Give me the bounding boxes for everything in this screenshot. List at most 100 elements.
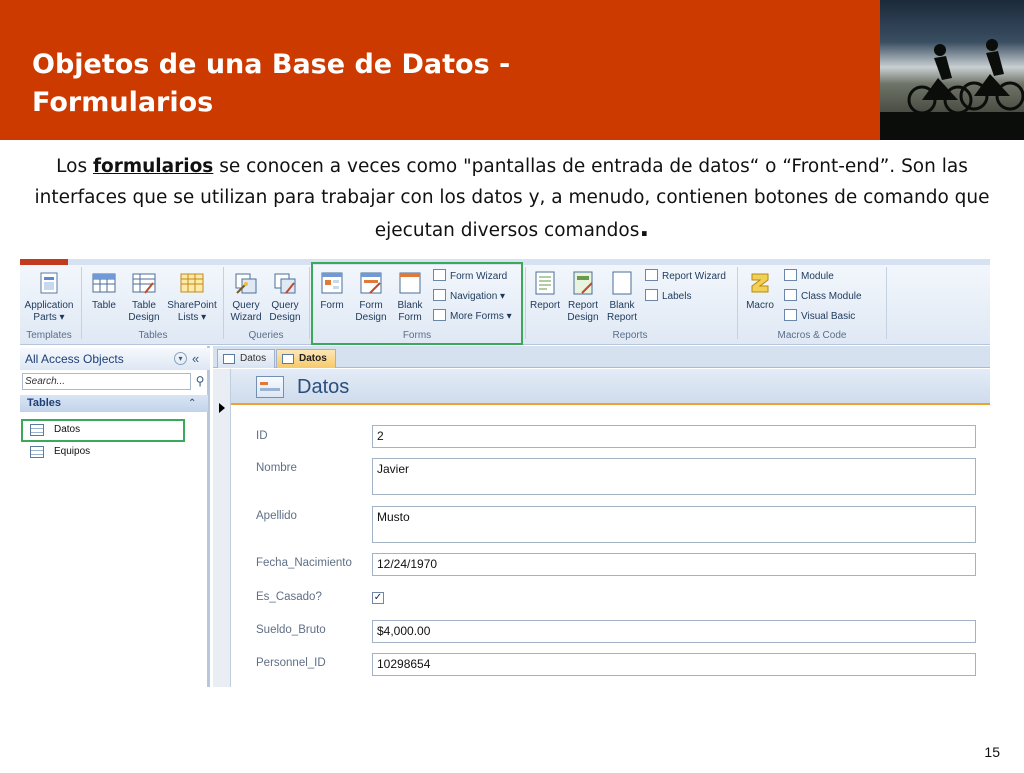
query-design-button[interactable]: Query Design [266,269,304,324]
slide-header: Objetos de una Base de Datos - Formulari… [0,0,880,140]
report-label: Report [529,300,560,311]
tab-label: Datos [240,353,267,364]
table-design-label: Table Design [128,300,160,323]
query-wizard-icon [235,273,257,294]
para-keyword: formularios [92,156,214,177]
sharepoint-lists-label: SharePoint Lists [167,300,217,323]
sharepoint-lists-button[interactable]: SharePoint Lists ▾ [164,269,220,324]
more-forms-icon [433,309,446,321]
search-icon[interactable]: ⚲ [192,373,208,390]
tab-datos-table[interactable]: Datos [217,349,275,368]
blank-report-icon [612,271,632,295]
group-label-templates: Templates [26,330,72,341]
blank-report-label: Blank Report [606,300,637,323]
document-area: Datos Datos Datos ID 2 Nombre Javier Ape… [213,346,990,687]
application-parts-label: Application Parts [24,300,74,323]
tab-datos-form[interactable]: Datos [276,349,336,368]
cyclists-photo [880,0,1024,140]
report-wizard-button[interactable]: Report Wizard [645,269,726,285]
more-forms-label: More Forms [450,311,504,322]
table-icon [30,424,44,436]
field-label-id: ID [256,430,268,442]
macro-button[interactable]: Macro [742,269,778,312]
labels-button[interactable]: Labels [645,289,691,305]
field-nombre[interactable]: Javier [372,458,976,495]
labels-label: Labels [662,291,692,302]
form-wizard-icon [433,269,446,281]
class-module-label: Class Module [801,291,862,302]
field-label-fecha-nacimiento: Fecha_Nacimiento [256,557,352,569]
collapse-pane-icon[interactable]: « [192,348,199,370]
blank-form-label: Blank Form [397,300,423,323]
report-design-label: Report Design [567,300,599,323]
field-label-nombre: Nombre [256,462,297,474]
field-sueldo-bruto[interactable]: $4,000.00 [372,620,976,643]
blank-form-button[interactable]: Blank Form [392,269,428,324]
query-wizard-button[interactable]: Query Wizard [226,269,266,324]
table-button[interactable]: Table [86,269,122,312]
document-tabs: Datos Datos [213,346,990,368]
module-button[interactable]: Module [784,269,834,285]
form-title: Datos [297,376,350,398]
visual-basic-label: Visual Basic [801,311,856,322]
form-wizard-button[interactable]: Form Wizard [433,269,507,285]
group-label-queries: Queries [248,330,284,341]
record-selector[interactable] [213,369,231,687]
field-label-sueldo-bruto: Sueldo_Bruto [256,624,326,636]
nav-pane-header[interactable]: All Access Objects ▾ « [20,348,210,370]
body-paragraph: Los formularios se conocen a veces como … [14,151,1010,246]
current-record-icon [219,403,225,413]
form-button[interactable]: Form [314,269,350,312]
page-number: 15 [984,744,1000,760]
application-parts-button[interactable]: Application Parts ▾ [22,269,76,324]
class-module-icon [784,289,797,301]
blank-report-button[interactable]: Blank Report [603,269,641,324]
field-apellido[interactable]: Musto [372,506,976,543]
module-icon [784,269,797,281]
report-button[interactable]: Report [527,269,563,312]
form-design-button[interactable]: Form Design [352,269,390,324]
nav-group-tables[interactable]: Tables ⌃ [20,395,208,412]
field-label-personnel-id: Personnel_ID [256,657,326,669]
para-pre: Los [56,156,93,177]
table-design-icon [132,273,156,294]
report-design-button[interactable]: Report Design [564,269,602,324]
form-header: Datos [213,369,990,405]
class-module-button[interactable]: Class Module [784,289,862,305]
nav-item-datos[interactable]: Datos [26,420,186,440]
form-icon [321,272,343,294]
chevron-down-icon[interactable]: ▾ [174,352,187,365]
slide-title-line1: Objetos de una Base de Datos - [32,49,511,80]
field-fecha-nacimiento[interactable]: 12/24/1970 [372,553,976,576]
form-design-icon [360,272,382,294]
nav-group-label: Tables [27,397,62,409]
navigation-button[interactable]: Navigation ▾ [433,289,505,305]
table-icon [92,273,116,293]
table-design-button[interactable]: Table Design [124,269,164,324]
query-design-icon [274,273,296,294]
query-design-label: Query Design [269,300,301,323]
form-icon [256,376,284,398]
report-design-icon [573,271,593,295]
macro-label: Macro [746,300,774,311]
nav-item-equipos[interactable]: Equipos [26,442,186,462]
labels-icon [645,289,658,301]
field-personnel-id[interactable]: 10298654 [372,653,976,676]
es-casado-checkbox[interactable]: ✓ [372,592,384,604]
visual-basic-button[interactable]: Visual Basic [784,309,855,325]
tab-label: Datos [299,353,327,364]
table-label: Table [92,300,116,311]
more-forms-button[interactable]: More Forms ▾ [433,309,512,325]
blank-form-icon [399,272,421,294]
report-wizard-label: Report Wizard [662,271,726,282]
table-icon [30,446,44,458]
table-icon [223,354,235,364]
nav-search-input[interactable]: Search... [22,373,191,390]
chevron-up-icon[interactable]: ⌃ [188,395,196,412]
application-parts-icon [40,272,58,294]
para-end: . [639,213,650,243]
module-label: Module [801,271,834,282]
field-label-es-casado: Es_Casado? [256,591,322,603]
form-icon [282,354,294,364]
field-id[interactable]: 2 [372,425,976,448]
